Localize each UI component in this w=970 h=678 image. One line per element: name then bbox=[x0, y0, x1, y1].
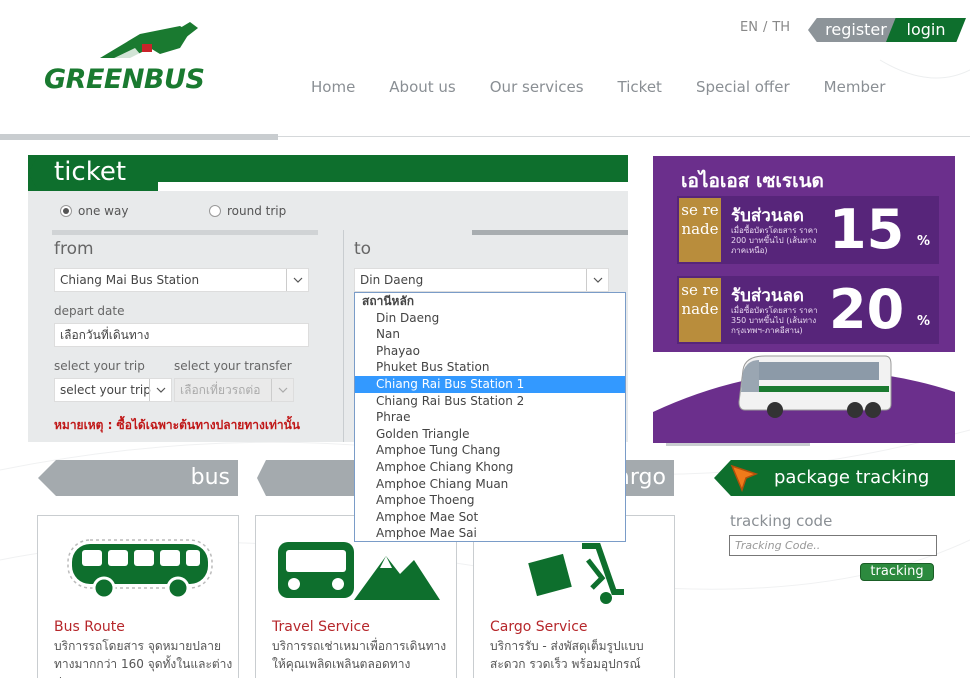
dropdown-option[interactable]: Phayao bbox=[355, 343, 625, 360]
column-divider bbox=[343, 230, 344, 442]
dropdown-group-label: สถานีหลัก bbox=[362, 294, 415, 308]
select-transfer-value: เลือกเที่ยวรถต่อ bbox=[180, 383, 261, 397]
promo-row-headline: รับส่วนลด bbox=[731, 286, 804, 306]
select-transfer-label: select your transfer bbox=[174, 359, 292, 373]
select-transfer-select[interactable]: เลือกเที่ยวรถต่อ bbox=[174, 378, 294, 402]
select-trip-value: select your trip bbox=[60, 383, 151, 397]
nav-ticket[interactable]: Ticket bbox=[618, 78, 662, 96]
travel-icon bbox=[278, 542, 440, 600]
bus-route-text: บริการรถโดยสาร จุดหมายปลายทางมากกว่า 160… bbox=[54, 639, 233, 678]
dropdown-option-selected[interactable]: Chiang Rai Bus Station 1 bbox=[355, 375, 625, 393]
chevron-down-icon[interactable] bbox=[149, 379, 171, 401]
select-trip-select[interactable]: select your trip bbox=[54, 378, 172, 402]
dropdown-option[interactable]: Amphoe Mae Sai bbox=[355, 525, 625, 541]
lang-en-link[interactable]: EN bbox=[740, 20, 758, 35]
dropdown-option[interactable]: Amphoe Thoeng bbox=[355, 492, 625, 509]
promo-row-percent-sign: % bbox=[917, 234, 931, 249]
radio-round-trip-control[interactable] bbox=[209, 205, 221, 217]
radio-round-trip-label: round trip bbox=[227, 204, 287, 218]
bus-section-tab[interactable]: bus bbox=[38, 460, 238, 496]
bus-illustration-icon bbox=[738, 355, 892, 418]
promo-row-percent-sign: % bbox=[917, 314, 931, 329]
dropdown-option[interactable]: Phrae bbox=[355, 409, 625, 426]
serenade-logo-icon: se re nade bbox=[679, 278, 721, 342]
ticket-title: ticket bbox=[54, 157, 127, 187]
promo-banner[interactable]: เอไอเอส เซเรเนด se re nade รับส่วนลด เมื… bbox=[653, 156, 955, 443]
promo-row-percent: 15 bbox=[829, 198, 905, 261]
travel-service-text: บริการรถเช่าเหมาเพื่อการเดินทาง ให้คุณเพ… bbox=[272, 639, 447, 671]
nav-about-us[interactable]: About us bbox=[389, 78, 455, 96]
cargo-service-text: บริการรับ - ส่งพัสดุเต็มรูปแบบ สะดวก รวด… bbox=[490, 639, 644, 671]
bus-route-title: Bus Route bbox=[54, 619, 125, 635]
dropdown-option[interactable]: Chiang Rai Bus Station 2 bbox=[355, 393, 625, 410]
radio-one-way-control[interactable] bbox=[60, 205, 72, 217]
dropdown-option[interactable]: Amphoe Chiang Muan bbox=[355, 476, 625, 493]
cargo-trolley-icon bbox=[528, 543, 624, 604]
promo-row-detail: เมื่อซื้อบัตรโดยสาร ราคา 200 บาทขึ้นไป (… bbox=[731, 226, 818, 255]
radio-one-way-label: one way bbox=[78, 204, 129, 218]
dropdown-option[interactable]: Golden Triangle bbox=[355, 426, 625, 443]
dropdown-option[interactable]: Nan bbox=[355, 326, 625, 343]
radio-one-way[interactable]: one way bbox=[60, 204, 128, 218]
bus-route-card[interactable]: Bus Route บริการรถโดยสาร จุดหมายปลายทางม… bbox=[37, 515, 239, 678]
nav-our-services[interactable]: Our services bbox=[490, 78, 584, 96]
promo-row-percent: 20 bbox=[829, 278, 905, 341]
package-tracking-label: package tracking bbox=[774, 467, 930, 488]
lang-th-link[interactable]: TH bbox=[772, 20, 790, 35]
header-divider-line bbox=[278, 136, 970, 137]
cargo-service-title: Cargo Service bbox=[490, 619, 588, 635]
logo-wordmark: GREENBUS bbox=[44, 64, 205, 95]
chevron-down-icon[interactable] bbox=[586, 269, 608, 291]
from-label: from bbox=[54, 239, 94, 259]
select-trip-label: select your trip bbox=[54, 359, 145, 373]
nav-member[interactable]: Member bbox=[824, 78, 886, 96]
promo-title: เอไอเอส เซเรเนด bbox=[681, 170, 824, 192]
to-select-dropdown[interactable]: สถานีหลัก Din Daeng Nan Phayao Phuket Bu… bbox=[354, 292, 626, 542]
header-divider-bar bbox=[0, 134, 278, 140]
to-section-rule bbox=[472, 230, 628, 235]
nav-special-offer[interactable]: Special offer bbox=[696, 78, 790, 96]
tracking-button[interactable]: tracking bbox=[860, 563, 934, 581]
dropdown-option[interactable]: Amphoe Chiang Khong bbox=[355, 459, 625, 476]
chevron-down-icon[interactable] bbox=[286, 269, 308, 291]
from-select-value: Chiang Mai Bus Station bbox=[60, 273, 200, 287]
promo-row-20: se re nade รับส่วนลด เมื่อซื้อบัตรโดยสาร… bbox=[677, 276, 939, 344]
depart-date-label: depart date bbox=[54, 304, 125, 318]
main-nav: Home About us Our services Ticket Specia… bbox=[311, 78, 919, 96]
travel-service-title: Travel Service bbox=[272, 619, 370, 635]
bus-icon bbox=[67, 539, 213, 600]
tracking-code-input[interactable]: Tracking Code.. bbox=[729, 535, 937, 556]
from-select[interactable]: Chiang Mai Bus Station bbox=[54, 268, 309, 292]
from-section-rule bbox=[52, 230, 318, 235]
to-label: to bbox=[354, 239, 372, 259]
dropdown-option[interactable]: Amphoe Tung Chang bbox=[355, 442, 625, 459]
promo-row-headline: รับส่วนลด bbox=[731, 206, 804, 226]
lang-separator: / bbox=[762, 20, 768, 35]
tracking-code-label: tracking code bbox=[730, 512, 833, 530]
chevron-down-icon[interactable] bbox=[271, 379, 293, 401]
login-button[interactable]: login bbox=[886, 18, 966, 42]
dropdown-option[interactable]: Din Daeng bbox=[355, 310, 625, 327]
to-select[interactable]: Din Daeng bbox=[354, 268, 609, 292]
promo-row-detail: เมื่อซื้อบัตรโดยสาร ราคา 350 บาทขึ้นไป (… bbox=[731, 306, 818, 335]
register-button[interactable]: register bbox=[808, 18, 896, 42]
language-switch: EN / TH bbox=[740, 20, 790, 35]
cursor-arrow-icon bbox=[730, 464, 759, 493]
to-select-value: Din Daeng bbox=[360, 273, 424, 287]
radio-round-trip[interactable]: round trip bbox=[209, 204, 286, 218]
ticket-header-notch bbox=[150, 182, 628, 191]
ticket-note: หมายเหตุ : ซื้อได้เฉพาะต้นทางปลายทางเท่า… bbox=[54, 418, 301, 432]
dropdown-option[interactable]: Phuket Bus Station bbox=[355, 359, 625, 376]
nav-home[interactable]: Home bbox=[311, 78, 355, 96]
depart-date-input[interactable]: เลือกวันที่เดินทาง bbox=[54, 323, 309, 347]
promo-bottom-bar bbox=[666, 443, 810, 446]
dropdown-option[interactable]: Amphoe Mae Sot bbox=[355, 509, 625, 526]
travel-section-tab[interactable] bbox=[257, 460, 357, 496]
serenade-logo-icon: se re nade bbox=[679, 198, 721, 262]
promo-row-15: se re nade รับส่วนลด เมื่อซื้อบัตรโดยสาร… bbox=[677, 196, 939, 264]
